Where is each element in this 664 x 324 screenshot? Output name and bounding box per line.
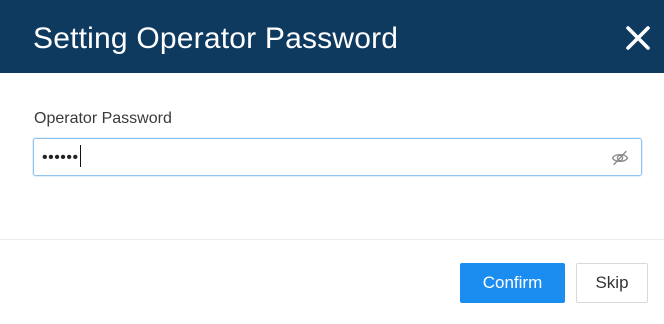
password-value: •••••• bbox=[42, 145, 81, 169]
dialog-body: Operator Password •••••• bbox=[0, 73, 664, 239]
set-operator-password-dialog: Setting Operator Password Operator Passw… bbox=[0, 0, 664, 324]
password-label: Operator Password bbox=[34, 110, 172, 127]
dialog-title: Setting Operator Password bbox=[33, 22, 399, 55]
close-button[interactable] bbox=[622, 22, 654, 54]
text-caret bbox=[79, 145, 81, 167]
password-visibility-toggle[interactable] bbox=[611, 149, 629, 167]
dialog-footer: Confirm Skip bbox=[0, 240, 664, 324]
confirm-button[interactable]: Confirm bbox=[460, 263, 565, 303]
password-input[interactable]: •••••• bbox=[33, 138, 642, 176]
password-masked-text: •••••• bbox=[42, 149, 79, 167]
skip-button[interactable]: Skip bbox=[576, 263, 648, 303]
eye-slash-icon bbox=[611, 150, 629, 166]
close-icon bbox=[626, 26, 650, 50]
dialog-header: Setting Operator Password bbox=[0, 0, 664, 73]
